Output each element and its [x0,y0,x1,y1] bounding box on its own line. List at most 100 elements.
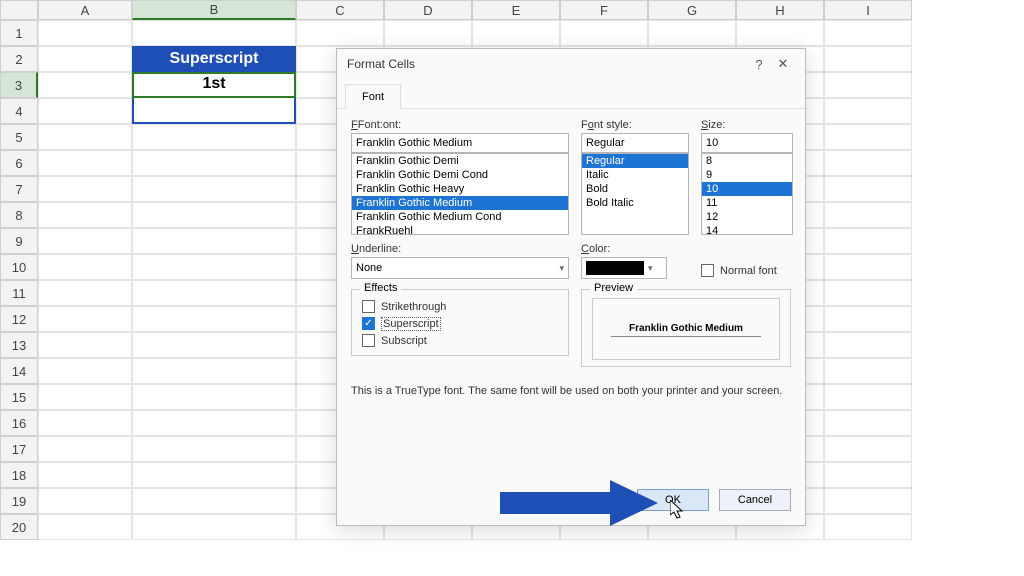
list-item[interactable]: 11 [702,196,792,210]
row-header-4[interactable]: 4 [0,98,38,124]
cell-B15[interactable] [132,384,296,410]
row-header-7[interactable]: 7 [0,176,38,202]
cell-I10[interactable] [824,254,912,280]
color-dropdown[interactable]: ▾ [581,257,667,279]
cell-A15[interactable] [38,384,132,410]
cell-A16[interactable] [38,410,132,436]
cell-A14[interactable] [38,358,132,384]
cell-B6[interactable] [132,150,296,176]
size-input[interactable] [701,133,793,153]
list-item[interactable]: Bold [582,182,688,196]
list-item[interactable]: Italic [582,168,688,182]
column-header-D[interactable]: D [384,0,472,20]
list-item[interactable]: 14 [702,224,792,235]
cell-B10[interactable] [132,254,296,280]
cell-A5[interactable] [38,124,132,150]
list-item[interactable]: Franklin Gothic Demi [352,154,568,168]
cell-A6[interactable] [38,150,132,176]
font-style-input[interactable] [581,133,689,153]
row-header-9[interactable]: 9 [0,228,38,254]
cell-A17[interactable] [38,436,132,462]
row-header-5[interactable]: 5 [0,124,38,150]
list-item[interactable]: Franklin Gothic Heavy [352,182,568,196]
cell-B2[interactable]: Superscript [132,46,296,72]
cell-C1[interactable] [296,20,384,46]
cell-I19[interactable] [824,488,912,514]
list-item[interactable]: Regular [582,154,688,168]
cell-A12[interactable] [38,306,132,332]
font-input[interactable] [351,133,569,153]
cell-I4[interactable] [824,98,912,124]
row-header-13[interactable]: 13 [0,332,38,358]
row-header-6[interactable]: 6 [0,150,38,176]
cell-I5[interactable] [824,124,912,150]
row-header-11[interactable]: 11 [0,280,38,306]
cell-A7[interactable] [38,176,132,202]
column-header-H[interactable]: H [736,0,824,20]
subscript-checkbox[interactable]: Subscript [362,332,558,349]
list-item[interactable]: FrankRuehl [352,224,568,235]
cell-I3[interactable] [824,72,912,98]
cell-A3[interactable] [38,72,132,98]
cell-I16[interactable] [824,410,912,436]
cell-I9[interactable] [824,228,912,254]
row-header-3[interactable]: 3 [0,72,38,98]
cell-A18[interactable] [38,462,132,488]
cell-A2[interactable] [38,46,132,72]
cell-I7[interactable] [824,176,912,202]
column-header-F[interactable]: F [560,0,648,20]
close-button[interactable]: ✕ [771,52,795,76]
help-button[interactable]: ? [747,52,771,76]
cell-A9[interactable] [38,228,132,254]
cell-A8[interactable] [38,202,132,228]
cell-A13[interactable] [38,332,132,358]
cell-F1[interactable] [560,20,648,46]
cell-A11[interactable] [38,280,132,306]
cell-I11[interactable] [824,280,912,306]
cell-A10[interactable] [38,254,132,280]
list-item[interactable]: 12 [702,210,792,224]
font-style-listbox[interactable]: RegularItalicBoldBold Italic [581,153,689,235]
cell-E1[interactable] [472,20,560,46]
column-header-A[interactable]: A [38,0,132,20]
cell-I12[interactable] [824,306,912,332]
cell-G1[interactable] [648,20,736,46]
tab-font[interactable]: Font [345,84,401,109]
cell-I8[interactable] [824,202,912,228]
cell-B5[interactable] [132,124,296,150]
row-header-20[interactable]: 20 [0,514,38,540]
cell-B7[interactable] [132,176,296,202]
row-header-18[interactable]: 18 [0,462,38,488]
list-item[interactable]: 9 [702,168,792,182]
row-header-14[interactable]: 14 [0,358,38,384]
list-item[interactable]: Bold Italic [582,196,688,210]
cell-B1[interactable] [132,20,296,46]
column-header-I[interactable]: I [824,0,912,20]
list-item[interactable]: Franklin Gothic Demi Cond [352,168,568,182]
column-header-G[interactable]: G [648,0,736,20]
row-header-8[interactable]: 8 [0,202,38,228]
cell-B18[interactable] [132,462,296,488]
cancel-button[interactable]: Cancel [719,489,791,511]
normal-font-checkbox[interactable]: Normal font [701,262,777,279]
cell-B17[interactable] [132,436,296,462]
cell-A1[interactable] [38,20,132,46]
column-header-B[interactable]: B [132,0,296,20]
underline-dropdown[interactable]: None ▾ [351,257,569,279]
column-header-C[interactable]: C [296,0,384,20]
strikethrough-checkbox[interactable]: Strikethrough [362,298,558,315]
cell-I17[interactable] [824,436,912,462]
row-header-12[interactable]: 12 [0,306,38,332]
row-header-2[interactable]: 2 [0,46,38,72]
row-header-1[interactable]: 1 [0,20,38,46]
cell-B14[interactable] [132,358,296,384]
cell-I2[interactable] [824,46,912,72]
row-header-17[interactable]: 17 [0,436,38,462]
superscript-checkbox[interactable]: Superscript [362,315,558,332]
cell-D1[interactable] [384,20,472,46]
cell-I6[interactable] [824,150,912,176]
cell-B13[interactable] [132,332,296,358]
list-item[interactable]: 10 [702,182,792,196]
select-all-corner[interactable] [0,0,38,20]
cell-I20[interactable] [824,514,912,540]
